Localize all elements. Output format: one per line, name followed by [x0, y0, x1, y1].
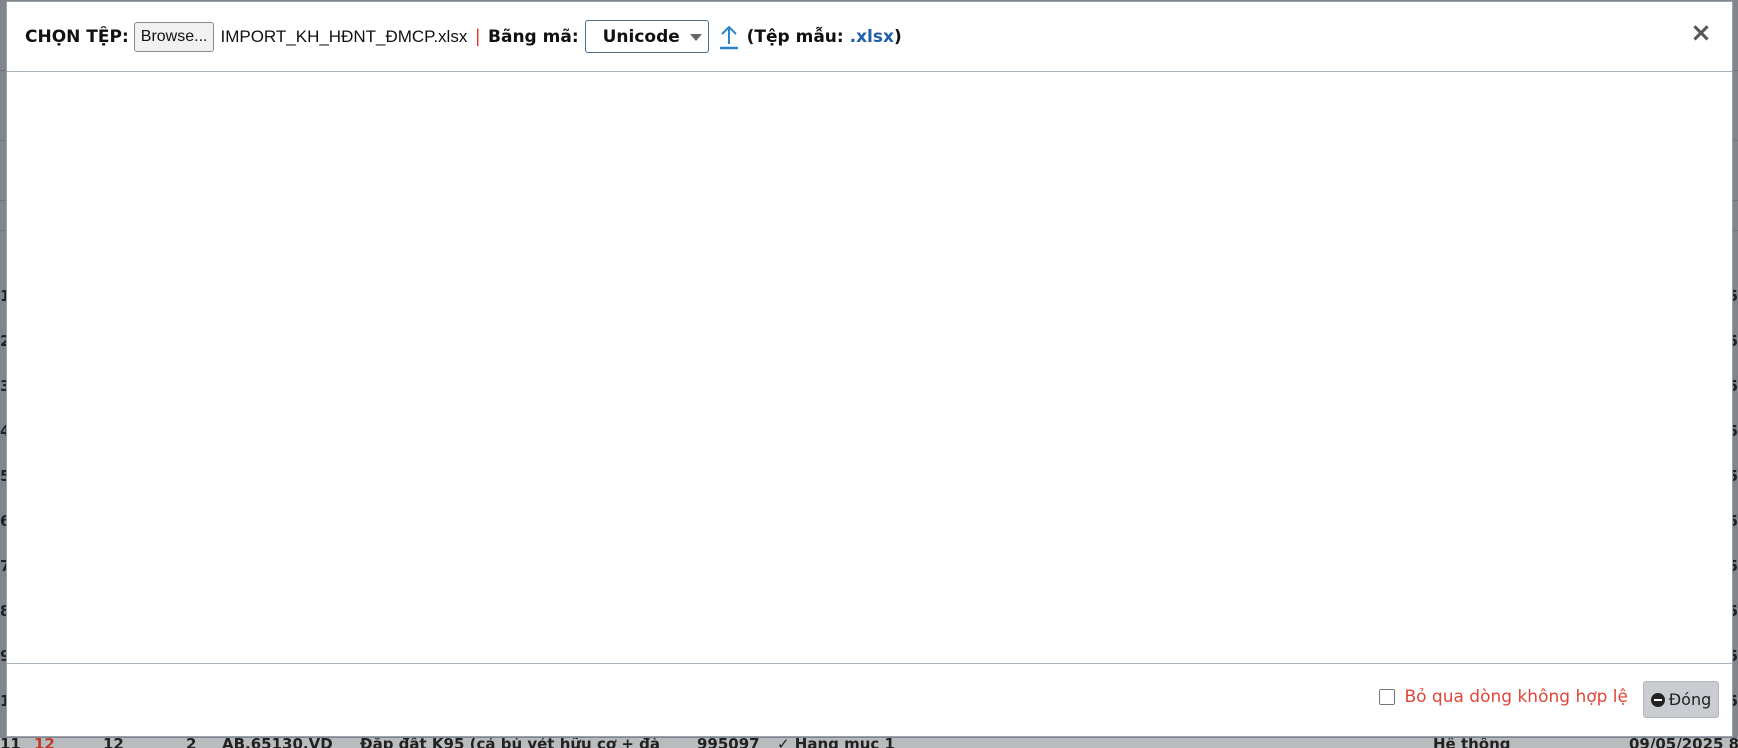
- minus-circle-icon: [1650, 692, 1665, 707]
- encoding-label: Bãng mã:: [488, 26, 579, 47]
- background-cell: Hệ thống: [1433, 738, 1511, 748]
- sample-suffix: ): [893, 26, 902, 47]
- close-button-label: Đóng: [1668, 690, 1712, 709]
- background-cell: 12: [34, 738, 55, 748]
- skip-invalid-rows-option[interactable]: Bỏ qua dòng không hợp lệ: [1379, 687, 1628, 707]
- caret-down-icon: [689, 34, 702, 41]
- separator: |: [475, 26, 481, 46]
- modal-header: CHỌN TỆP: Browse... IMPORT_KH_HĐNT_ĐMCP.…: [7, 2, 1732, 72]
- skip-invalid-checkbox[interactable]: [1379, 689, 1396, 705]
- sample-prefix: (Tệp mẫu:: [746, 26, 844, 47]
- background-cell: 11: [0, 738, 21, 748]
- background-table-row: 11 12 12 2 AB.65130.VD Đắp đất K95 (cả b…: [0, 738, 1738, 748]
- background-cell: 09/05/2025 8:: [1629, 738, 1738, 748]
- import-modal: CHỌN TỆP: Browse... IMPORT_KH_HĐNT_ĐMCP.…: [6, 1, 1733, 737]
- close-button[interactable]: Đóng: [1643, 681, 1719, 718]
- background-cell: ✓ Hạng mục 1: [777, 738, 895, 748]
- browse-button[interactable]: Browse...: [133, 21, 215, 52]
- choose-file-label: CHỌN TỆP:: [25, 26, 129, 47]
- background-cell: Đắp đất K95 (cả bù vét hữu cơ + đà: [360, 738, 661, 748]
- sample-file-text: (Tệp mẫu: .xlsx): [747, 27, 902, 47]
- upload-icon[interactable]: [719, 24, 739, 50]
- selected-filename: IMPORT_KH_HĐNT_ĐMCP.xlsx: [220, 26, 468, 46]
- modal-body: [7, 72, 1732, 663]
- modal-footer: Bỏ qua dòng không hợp lệ Đóng: [7, 663, 1732, 736]
- skip-invalid-label: Bỏ qua dòng không hợp lệ: [1404, 687, 1628, 707]
- background-cell: AB.65130.VD: [222, 738, 333, 748]
- encoding-select[interactable]: Unicode: [584, 20, 709, 53]
- sample-file-link[interactable]: .xlsx: [850, 27, 894, 47]
- encoding-selected-value: Unicode: [602, 26, 680, 47]
- close-icon[interactable]: ×: [1690, 20, 1712, 46]
- background-cell: 12: [103, 738, 124, 748]
- background-cell: 995097: [697, 738, 760, 748]
- background-cell: 2: [186, 738, 197, 748]
